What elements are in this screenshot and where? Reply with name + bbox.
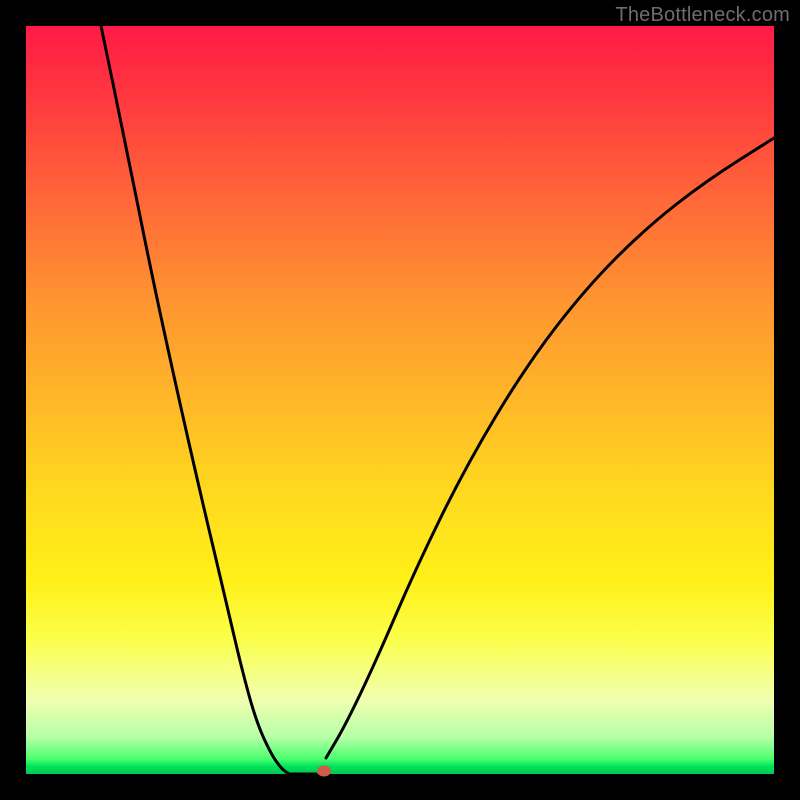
chart-plot-area xyxy=(26,26,774,774)
curve-right-branch xyxy=(326,138,774,758)
valley-marker-dot xyxy=(317,766,331,777)
watermark-text: TheBottleneck.com xyxy=(615,4,790,27)
curve-left-branch xyxy=(101,26,289,774)
curve-layer xyxy=(26,26,774,774)
